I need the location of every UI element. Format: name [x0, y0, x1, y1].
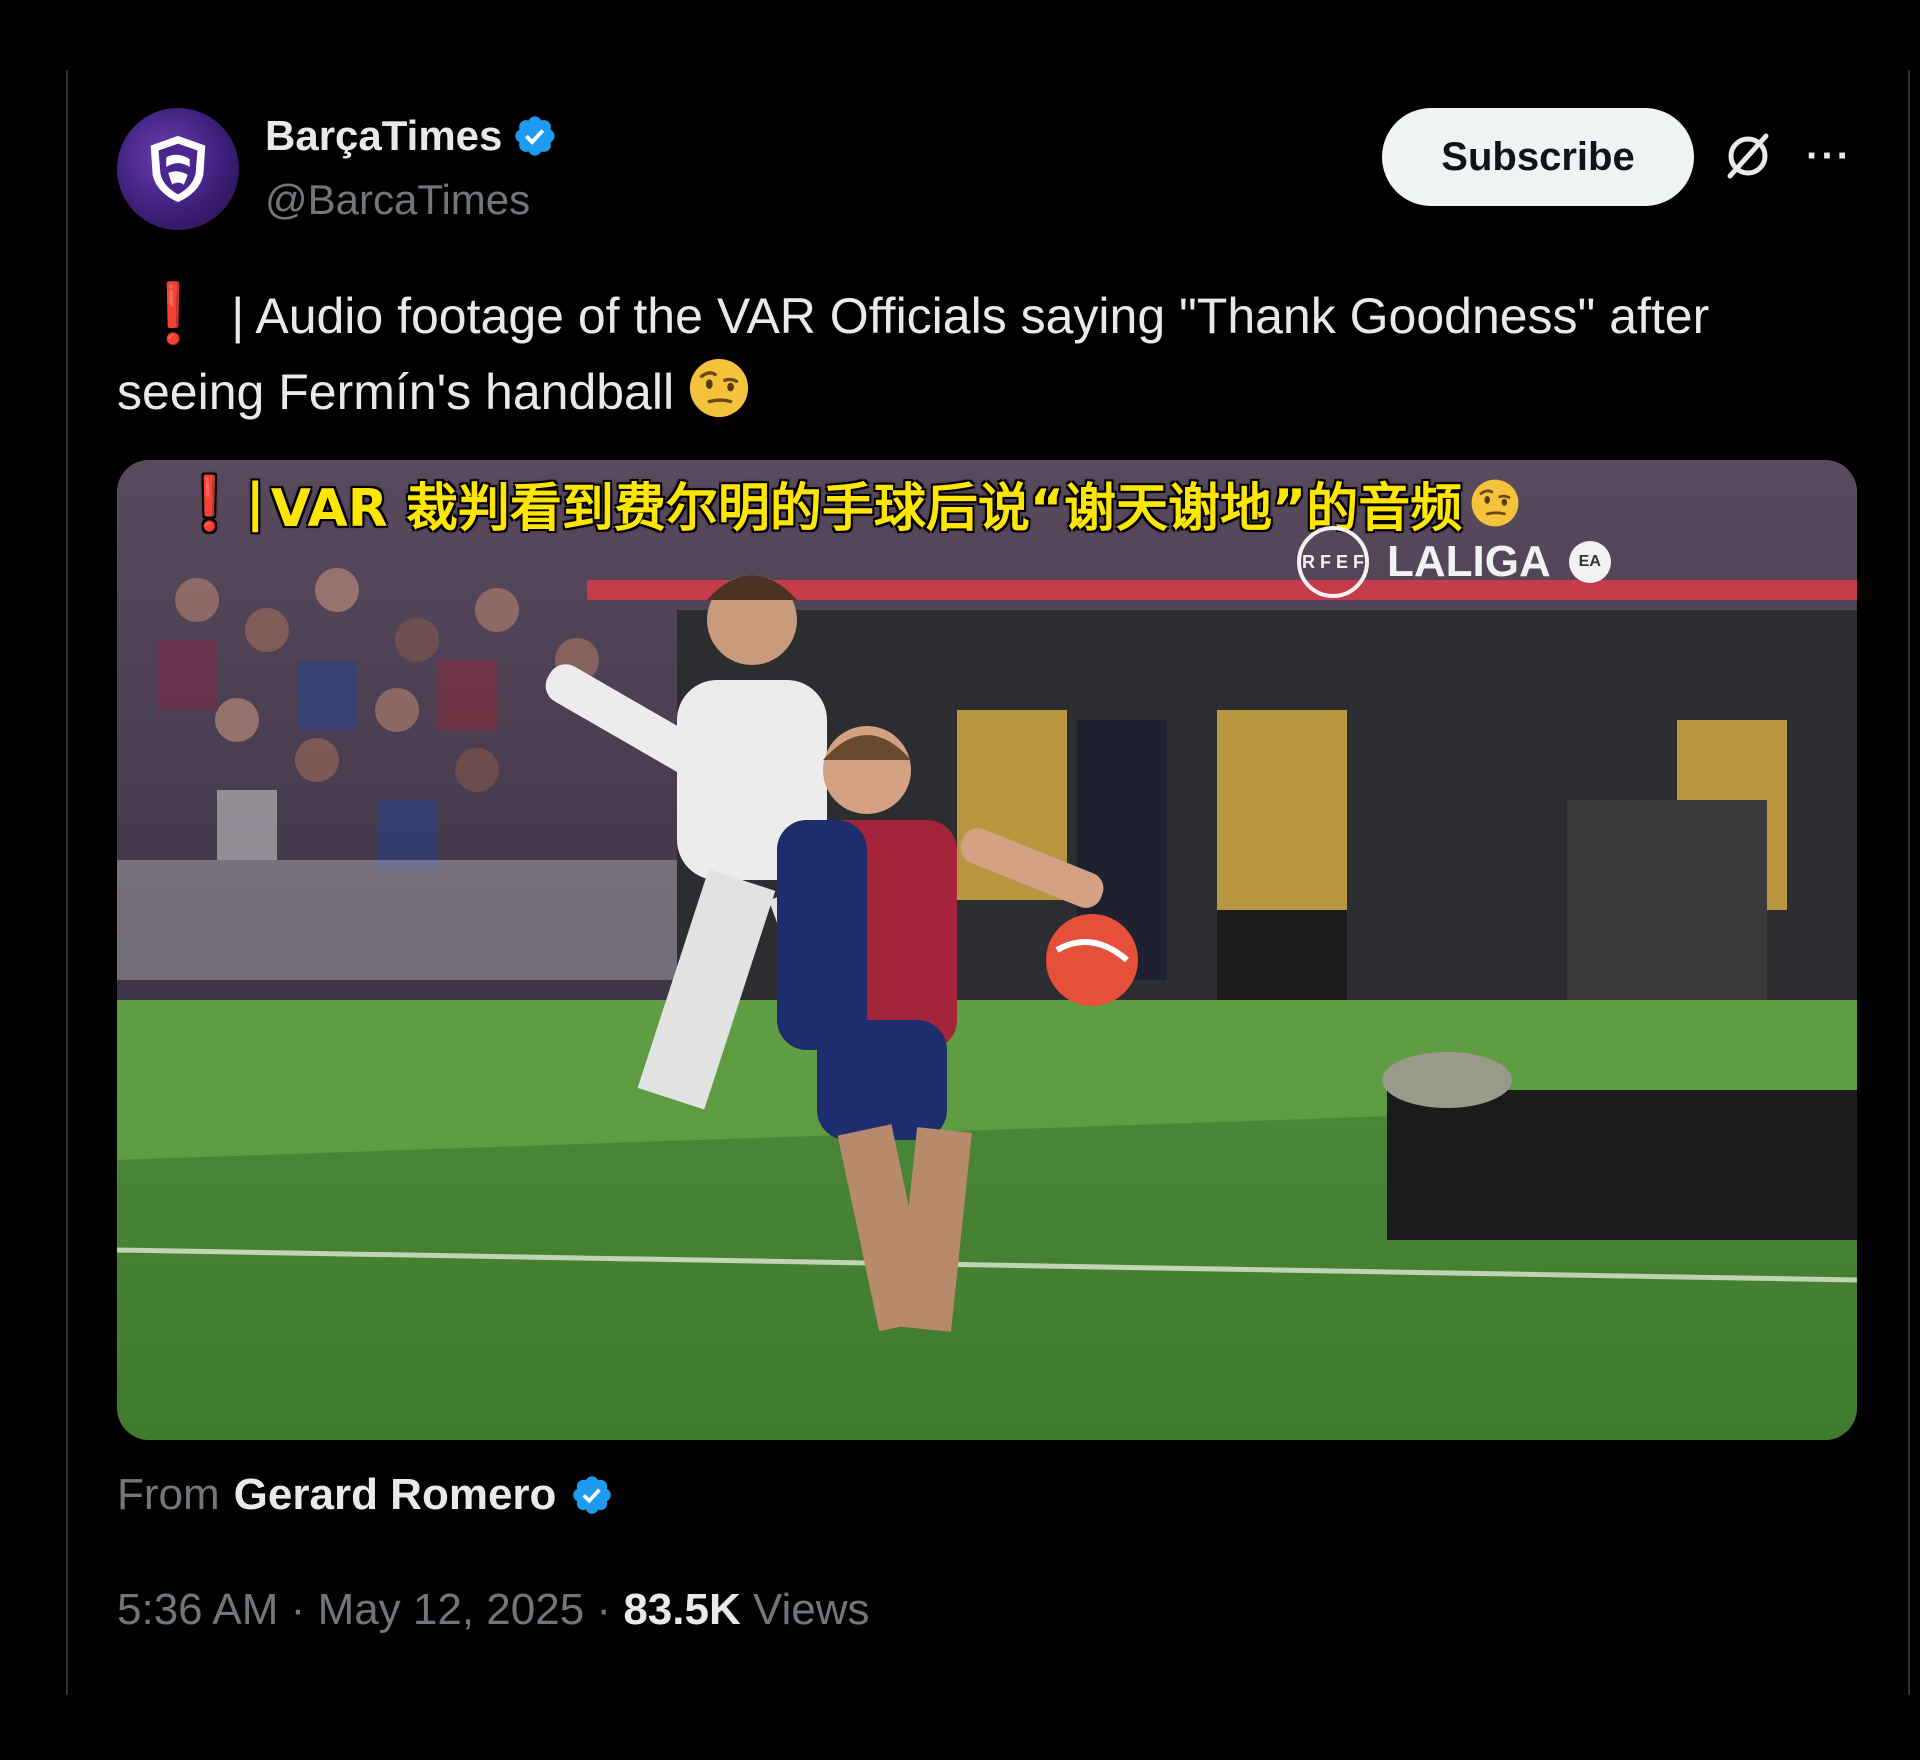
- video-frame-image: [117, 460, 1857, 1440]
- views-label: Views: [752, 1585, 870, 1634]
- author-display-name[interactable]: BarçaTimes: [265, 112, 558, 160]
- tweet-time[interactable]: 5:36 AM: [117, 1585, 278, 1634]
- tweet-metadata: 5:36 AM · May 12, 2025 · 83.5K Views: [117, 1585, 870, 1635]
- tweet-video[interactable]: ❗ | VAR 裁判看到费尔明的手球后说“谢天谢地”的音频 R F E F LALI…: [117, 460, 1857, 1440]
- grok-icon[interactable]: [1722, 130, 1774, 182]
- views-count: 83.5K: [623, 1585, 741, 1634]
- attribution-verified-badge-icon[interactable]: [570, 1473, 614, 1517]
- caption-alert-icon: ❗: [177, 473, 242, 534]
- raised-eyebrow-emoji-icon: [690, 358, 749, 418]
- barcatimes-logo-icon: [150, 135, 206, 203]
- video-attribution: From Gerard Romero: [117, 1470, 614, 1520]
- laliga-logo-text: LALIGA: [1387, 537, 1551, 586]
- tweet-text: ❗ | Audio footage of the VAR Officials sa…: [117, 276, 1797, 430]
- alert-emoji-icon: ❗: [137, 281, 210, 346]
- meta-separator: ·: [290, 1585, 318, 1634]
- from-prefix: From: [117, 1470, 220, 1519]
- caption-text: VAR 裁判看到费尔明的手球后说“谢天谢地”的音频: [270, 478, 1463, 539]
- rfef-logo-icon: R F E F: [1297, 526, 1369, 598]
- tweet-body-text: | Audio footage of the VAR Officials say…: [117, 288, 1710, 420]
- meta-separator: ·: [596, 1585, 624, 1634]
- tweet-date[interactable]: May 12, 2025: [318, 1585, 585, 1634]
- caption-raised-eyebrow-emoji-icon: [1471, 479, 1519, 527]
- author-avatar[interactable]: [117, 108, 239, 230]
- subscribe-button[interactable]: Subscribe: [1382, 108, 1694, 206]
- author-name-text[interactable]: BarçaTimes: [265, 112, 502, 160]
- verified-badge-icon[interactable]: [512, 113, 558, 159]
- ea-logo-icon: EA: [1568, 541, 1611, 583]
- attribution-author-link[interactable]: Gerard Romero: [234, 1470, 557, 1520]
- more-options-icon[interactable]: ···: [1805, 128, 1853, 184]
- caption-bar: |: [245, 473, 265, 533]
- timeline-border-right: [1908, 70, 1910, 1695]
- timeline-border-left: [66, 70, 68, 1695]
- broadcast-watermark: R F E F LALIGA EA: [1297, 522, 1611, 602]
- author-handle[interactable]: @BarcaTimes: [265, 176, 530, 224]
